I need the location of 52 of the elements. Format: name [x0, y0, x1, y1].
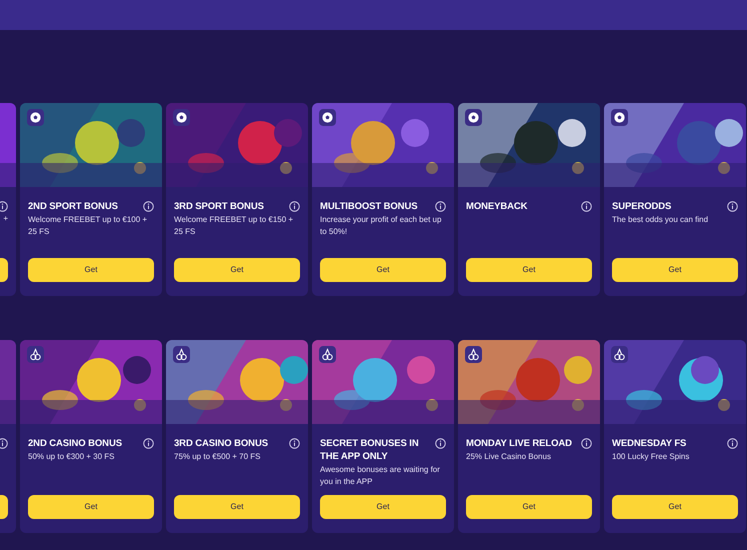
- card-description: 100 Lucky Free Spins: [612, 451, 690, 463]
- card-title: MONEYBACK: [466, 200, 528, 213]
- card-description: Welcome FREEBET up to €150 + 25 FS: [174, 214, 294, 238]
- info-icon[interactable]: [435, 201, 446, 212]
- card-title: 3RD SPORT BONUS: [174, 200, 264, 213]
- cherries-icon: [319, 346, 336, 363]
- card-description: 75% up to €500 + 70 FS: [174, 451, 262, 463]
- info-icon[interactable]: [289, 201, 300, 212]
- card-title: 2ND CASINO BONUS: [28, 437, 122, 450]
- card-title: WEDNESDAY FS: [612, 437, 686, 450]
- info-icon[interactable]: [581, 438, 592, 449]
- cherries-icon: [611, 346, 628, 363]
- card-title: 2ND SPORT BONUS: [28, 200, 118, 213]
- soccer-ball-icon: [173, 109, 190, 126]
- get-button[interactable]: Get: [28, 495, 154, 519]
- info-icon[interactable]: [581, 201, 592, 212]
- card-title: SECRET BONUSES IN THE APP ONLY: [320, 437, 420, 463]
- card-title: SUPERODDS: [612, 200, 672, 213]
- get-button[interactable]: Get: [466, 495, 592, 519]
- get-button[interactable]: Get: [28, 258, 154, 282]
- card-title: 3RD CASINO BONUS: [174, 437, 268, 450]
- soccer-ball-icon: [319, 109, 336, 126]
- soccer-ball-icon: [27, 109, 44, 126]
- info-icon[interactable]: [727, 201, 738, 212]
- info-icon[interactable]: [289, 438, 300, 449]
- info-icon[interactable]: [143, 201, 154, 212]
- info-icon[interactable]: [727, 438, 738, 449]
- soccer-ball-icon: [465, 109, 482, 126]
- info-icon[interactable]: [0, 201, 8, 212]
- get-button[interactable]: Get: [174, 495, 300, 519]
- get-button[interactable]: Get: [174, 258, 300, 282]
- card-description: Welcome FREEBET up to €100 + 25 FS: [28, 214, 148, 238]
- soccer-ball-icon: [611, 109, 628, 126]
- get-button[interactable]: Get: [612, 258, 738, 282]
- cherries-icon: [27, 346, 44, 363]
- info-icon[interactable]: [0, 438, 8, 449]
- card-description: 25% Live Casino Bonus: [466, 451, 552, 463]
- get-button[interactable]: Get: [320, 495, 446, 519]
- info-icon[interactable]: [435, 438, 446, 449]
- cherries-icon: [465, 346, 482, 363]
- get-button[interactable]: Get: [612, 495, 738, 519]
- card-description: Awesome bonuses are waiting for you in the APP: [320, 464, 441, 488]
- card-title: MONDAY LIVE RELOAD: [466, 437, 572, 450]
- info-icon[interactable]: [143, 438, 154, 449]
- card-description: +: [2, 213, 8, 225]
- card-title: MULTIBOOST BONUS: [320, 200, 418, 213]
- get-button[interactable]: Get: [466, 258, 592, 282]
- get-button[interactable]: Get: [320, 258, 446, 282]
- card-description: The best odds you can find: [612, 214, 710, 226]
- card-description: 50% up to €300 + 30 FS: [28, 451, 116, 463]
- cherries-icon: [173, 346, 190, 363]
- card-description: Increase your profit of each bet up to 50%!: [320, 214, 442, 238]
